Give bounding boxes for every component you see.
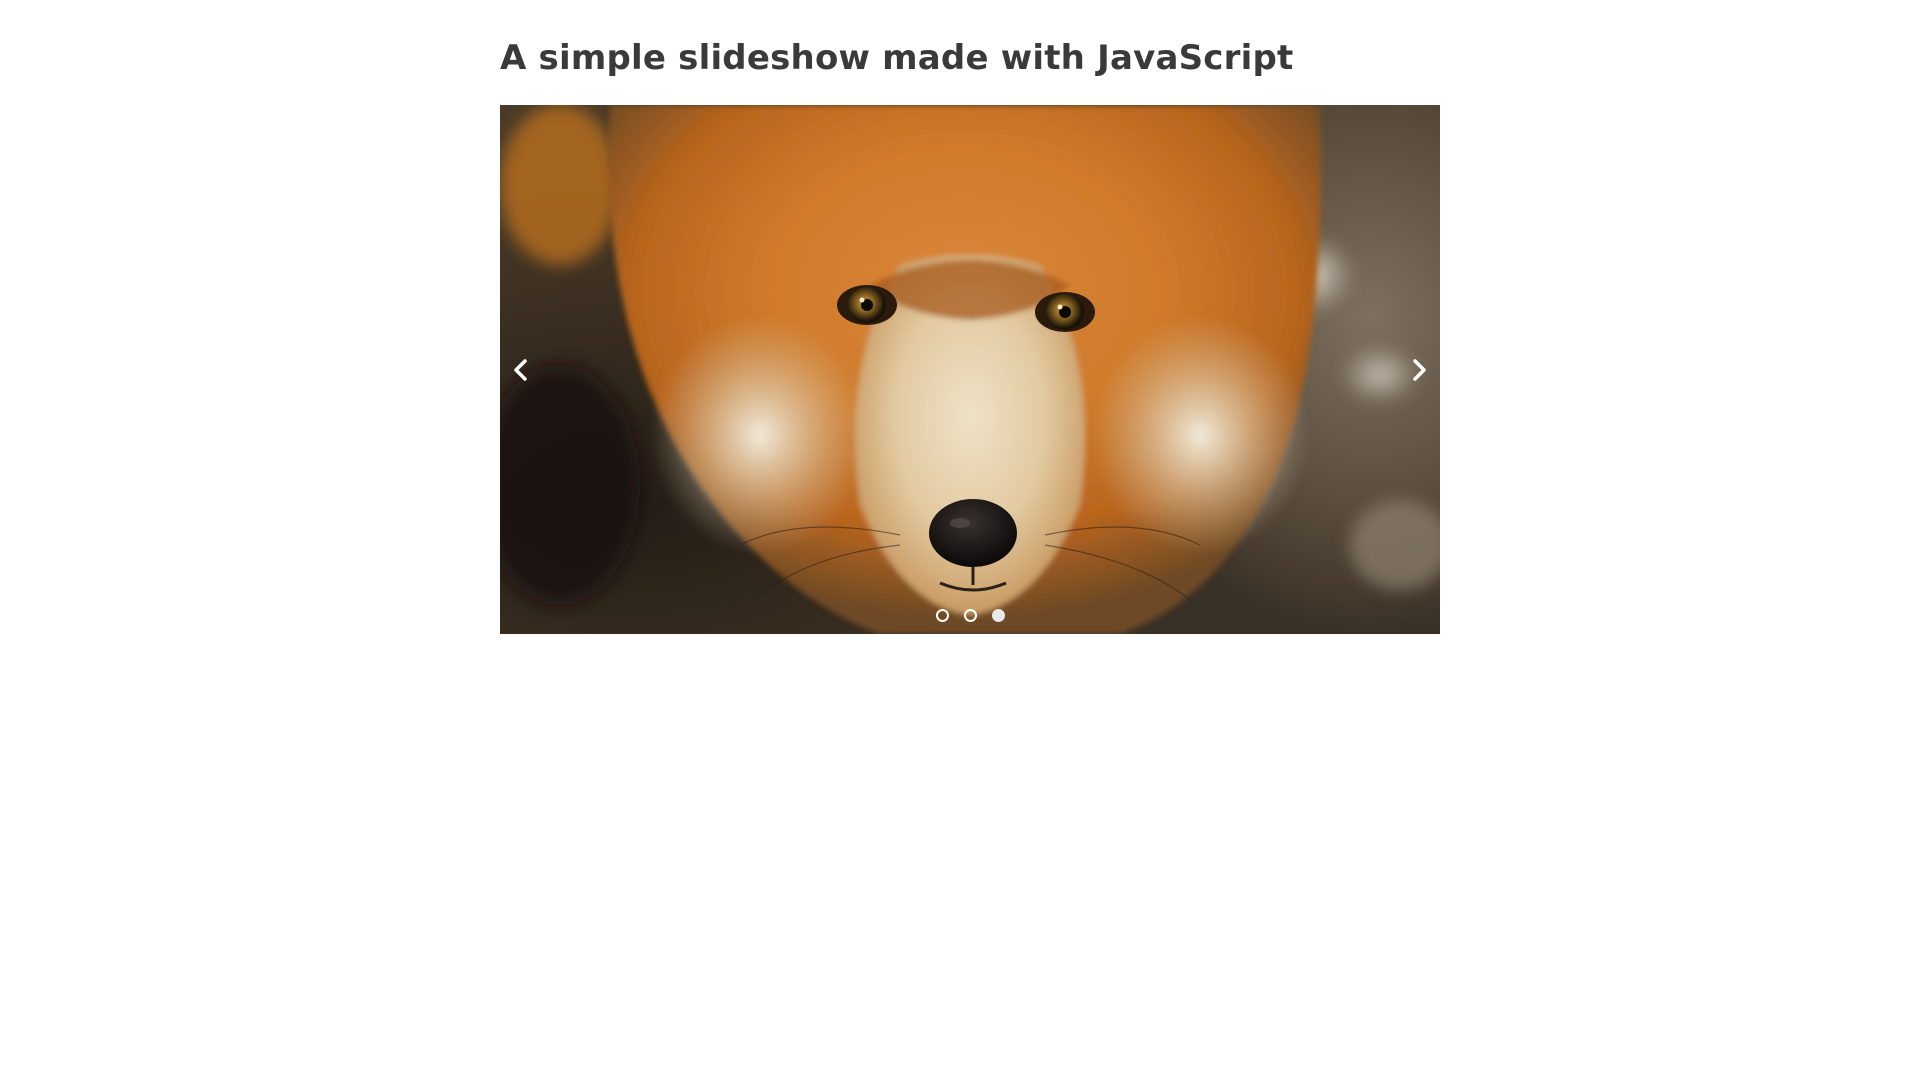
chevron-left-icon	[514, 359, 527, 381]
slide-indicator-dot[interactable]	[963, 609, 977, 622]
slideshow	[500, 105, 1440, 634]
slide-indicator-dot[interactable]	[991, 609, 1005, 622]
chevron-right-icon	[1413, 359, 1426, 381]
previous-slide-button[interactable]	[504, 353, 538, 387]
page-title: A simple slideshow made with JavaScript	[500, 38, 1294, 78]
slide-indicator-dot[interactable]	[935, 609, 949, 622]
slide-image	[500, 105, 1440, 634]
slide-indicators	[500, 609, 1440, 622]
fox-photo	[500, 105, 1440, 634]
next-slide-button[interactable]	[1402, 353, 1436, 387]
